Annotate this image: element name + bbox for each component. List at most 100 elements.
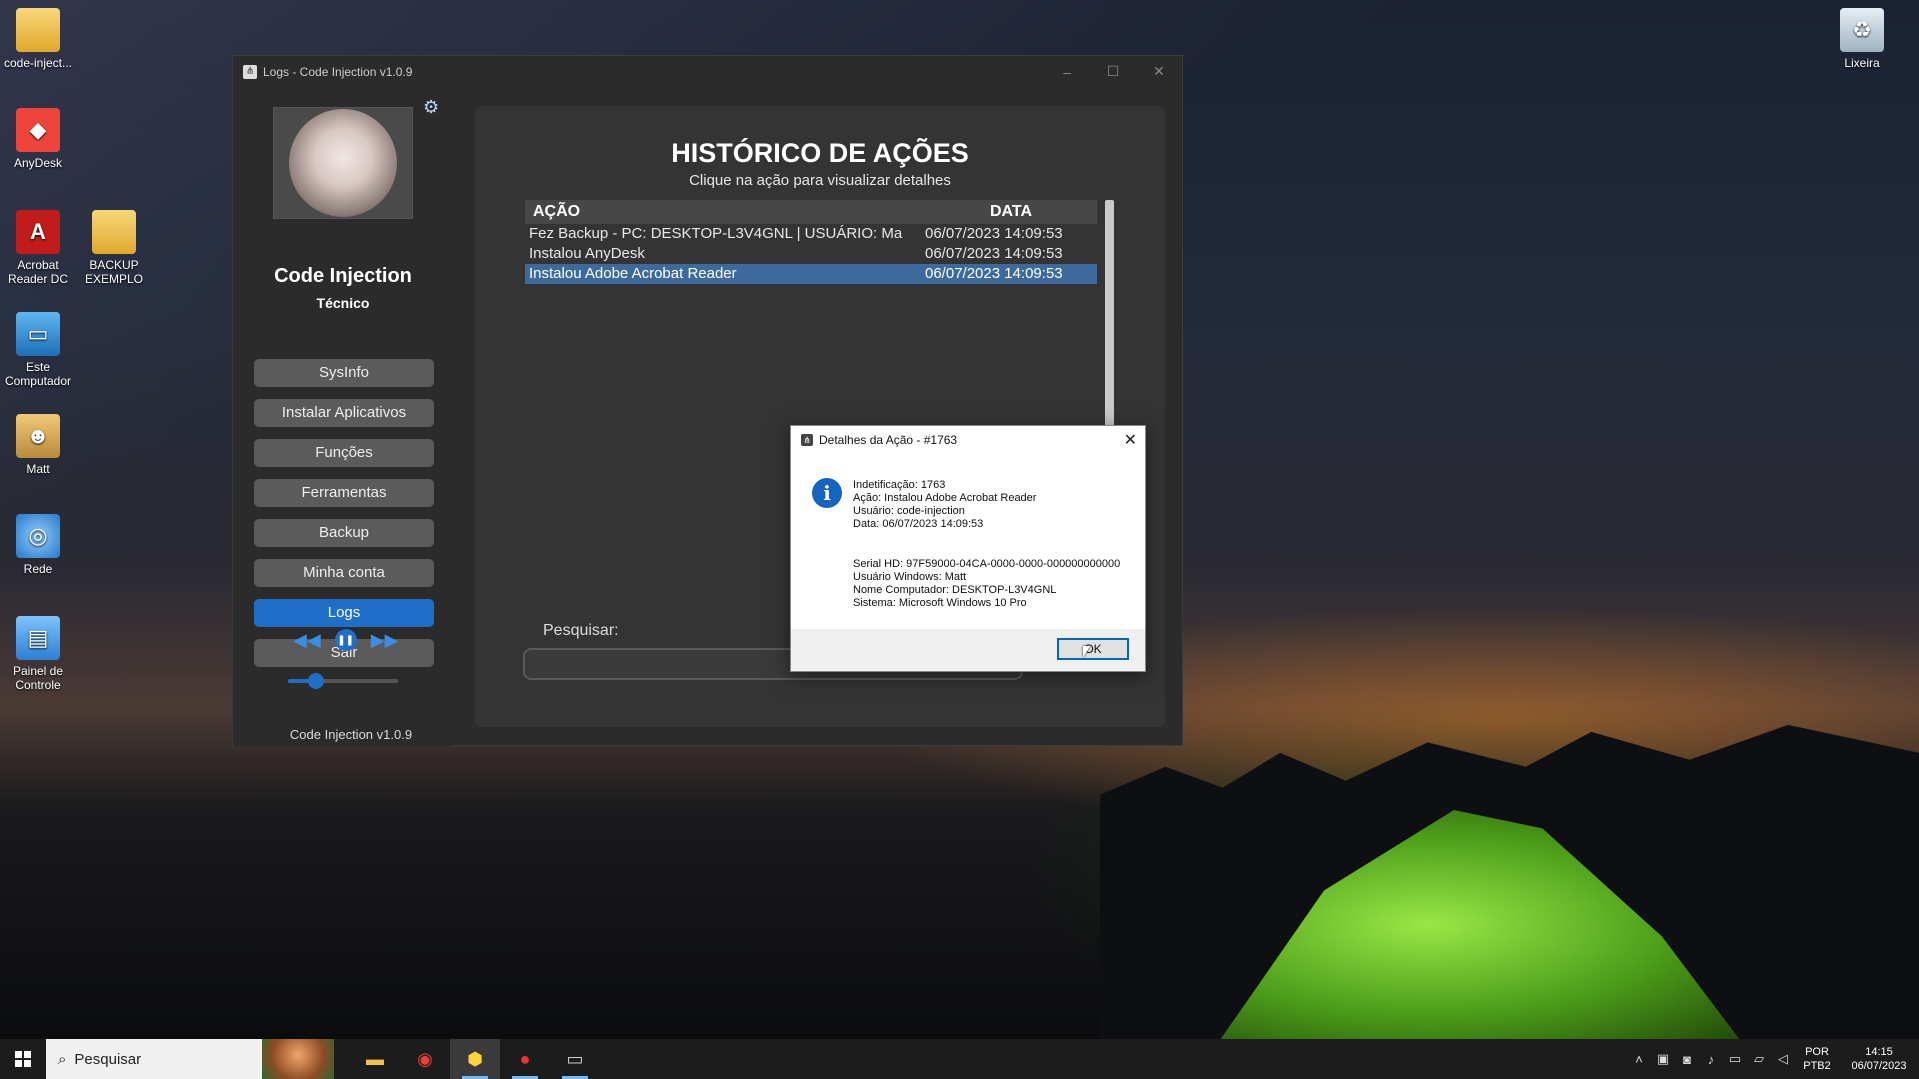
folder-icon — [16, 8, 60, 52]
avatar-image — [289, 109, 397, 217]
mouse-cursor-icon — [1083, 646, 1090, 658]
network-icon: ◎ — [16, 514, 60, 558]
search-highlight-image — [262, 1039, 334, 1079]
nav-instalar-aplicativos-button[interactable]: Instalar Aplicativos — [254, 399, 434, 427]
desktop-icon-anydesk[interactable]: ◆ AnyDesk — [0, 108, 76, 170]
dialog-titlebar[interactable]: ⋔ Detalhes da Ação - #1763 — [791, 426, 1145, 453]
table-header: AÇÃO DATA — [525, 200, 1097, 224]
volume-icon[interactable]: ◁ — [1771, 1051, 1795, 1067]
terminal-icon[interactable]: ▭ — [550, 1039, 600, 1079]
tray-app-icon[interactable]: ▣ — [1651, 1051, 1675, 1067]
column-header-acao[interactable]: AÇÃO — [525, 200, 925, 224]
detail-line: Indetificação: 1763 — [853, 479, 946, 491]
camera-icon[interactable]: ◙ — [1675, 1052, 1699, 1067]
close-button[interactable]: ✕ — [1136, 56, 1182, 87]
desktop-icon-este-computador[interactable]: ▭ Este Computador — [0, 312, 76, 388]
taskbar-search-placeholder: Pesquisar — [74, 1050, 142, 1068]
file-explorer-icon[interactable]: ▬ — [350, 1039, 400, 1079]
details-dialog: ⋔ Detalhes da Ação - #1763 ✕ i Indetific… — [790, 425, 1146, 672]
recorder-icon[interactable]: ● — [500, 1039, 550, 1079]
detail-line: Sistema: Microsoft Windows 10 Pro — [853, 597, 1027, 609]
nav-logs-button[interactable]: Logs — [254, 599, 434, 627]
clock-date: 06/07/2023 — [1851, 1060, 1907, 1072]
rewind-icon[interactable]: ◀◀ — [293, 630, 321, 651]
user-role: Técnico — [316, 295, 370, 311]
table-row[interactable]: Fez Backup - PC: DESKTOP-L3V4GNL | USUÁR… — [525, 224, 1097, 244]
search-icon: ⌕ — [58, 1050, 67, 1068]
anydesk-icon: ◆ — [16, 108, 60, 152]
gear-icon[interactable]: ⚙ — [423, 97, 439, 118]
desktop-icon-code-injection[interactable]: code-inject... — [0, 8, 76, 70]
battery-icon[interactable]: ▭ — [1723, 1051, 1747, 1067]
table-scrollbar[interactable] — [1105, 200, 1114, 428]
computer-icon: ▭ — [16, 312, 60, 356]
info-icon: i — [812, 478, 842, 508]
table-row[interactable]: Instalou AnyDesk 06/07/2023 14:09:53 — [525, 244, 1097, 264]
app-icon: ⋔ — [243, 64, 257, 79]
system-tray: ˄ ▣ ◙ ♪ ▭ ▱ ◁ POR PTB2 14:15 06/07/2023 — [1627, 1039, 1919, 1079]
close-icon[interactable]: ✕ — [1124, 430, 1137, 450]
chevron-up-icon[interactable]: ˄ — [1627, 1052, 1651, 1067]
detail-line: Data: 06/07/2023 14:09:53 — [853, 518, 984, 530]
desktop-icon-lixeira[interactable]: ♻ Lixeira — [1824, 8, 1900, 70]
desktop-icon-rede[interactable]: ◎ Rede — [0, 514, 76, 576]
brand-name: Code Injection — [274, 265, 412, 287]
page-subtitle: Clique na ação para visualizar detalhes — [689, 172, 951, 189]
taskbar: ⌕ Pesquisar ▬ ◉ ⬢ ● ▭ ˄ ▣ ◙ ♪ ▭ ▱ ◁ POR … — [0, 1039, 1919, 1079]
detail-line: Ação: Instalou Adobe Acrobat Reader — [853, 492, 1037, 504]
taskbar-search[interactable]: ⌕ Pesquisar — [46, 1039, 334, 1079]
volume-slider[interactable] — [288, 673, 398, 689]
app-titlebar[interactable]: ⋔ Logs - Code Injection v1.0.9 – ☐ ✕ — [233, 56, 1182, 87]
desktop-icon-acrobat[interactable]: A Acrobat Reader DC — [0, 210, 76, 286]
avatar — [273, 107, 413, 219]
column-header-data[interactable]: DATA — [925, 200, 1097, 224]
ok-button[interactable]: OK — [1057, 638, 1129, 660]
control-panel-icon: ▤ — [16, 616, 60, 660]
folder-icon — [92, 210, 136, 254]
detail-line: Usuário Windows: Matt — [853, 571, 967, 583]
python-icon[interactable]: ⬢ — [450, 1039, 500, 1079]
windows-logo-icon — [15, 1051, 31, 1067]
maximize-button[interactable]: ☐ — [1090, 56, 1136, 87]
recycle-bin-icon: ♻ — [1840, 8, 1884, 52]
acrobat-icon: A — [16, 210, 60, 254]
dialog-footer: OK — [791, 629, 1145, 671]
detail-line: Serial HD: 97F59000-04CA-0000-0000-00000… — [853, 558, 1121, 570]
cell-data: 06/07/2023 14:09:53 — [925, 225, 1063, 242]
nav-minha-conta-button[interactable]: Minha conta — [254, 559, 434, 587]
page-title: HISTÓRICO DE AÇÕES — [671, 138, 969, 168]
cell-acao: Fez Backup - PC: DESKTOP-L3V4GNL | USUÁR… — [529, 225, 903, 242]
chrome-icon[interactable]: ◉ — [400, 1039, 450, 1079]
microphone-icon[interactable]: ♪ — [1699, 1052, 1723, 1067]
details-block-system: Serial HD: 97F59000-04CA-0000-0000-00000… — [853, 558, 1120, 610]
cell-data: 06/07/2023 14:09:53 — [925, 245, 1063, 262]
media-player: ◀◀ ❚❚ ▶▶ — [293, 629, 398, 651]
app-version: Code Injection v1.0.9 — [289, 727, 413, 742]
desktop-icon-painel-de-controle[interactable]: ▤ Painel de Controle — [0, 616, 76, 692]
cell-acao: Instalou AnyDesk — [529, 245, 645, 262]
nav-backup-button[interactable]: Backup — [254, 519, 434, 547]
language-indicator[interactable]: POR PTB2 — [1795, 1045, 1839, 1073]
desktop-icon-matt[interactable]: ☻ Matt — [0, 414, 76, 476]
nav-sysinfo-button[interactable]: SysInfo — [254, 359, 434, 387]
nav-funcoes-button[interactable]: Funções — [254, 439, 434, 467]
logs-table: AÇÃO DATA Fez Backup - PC: DESKTOP-L3V4G… — [525, 200, 1097, 284]
volume-slider-knob[interactable] — [307, 673, 324, 689]
pause-icon[interactable]: ❚❚ — [334, 629, 357, 651]
taskbar-clock[interactable]: 14:15 06/07/2023 — [1839, 1045, 1919, 1073]
sidebar: ⚙ Code Injection Técnico SysInfo Instala… — [233, 87, 453, 746]
start-button[interactable] — [0, 1039, 46, 1079]
nav-ferramentas-button[interactable]: Ferramentas — [254, 479, 434, 507]
fast-forward-icon[interactable]: ▶▶ — [371, 630, 399, 651]
cell-data: 06/07/2023 14:09:53 — [925, 265, 1063, 282]
user-folder-icon: ☻ — [16, 414, 60, 458]
search-label: Pesquisar: — [543, 622, 619, 639]
table-row-selected[interactable]: Instalou Adobe Acrobat Reader 06/07/2023… — [525, 264, 1097, 284]
network-tray-icon[interactable]: ▱ — [1747, 1051, 1771, 1067]
details-block-primary: Indetificação: 1763 Ação: Instalou Adobe… — [853, 479, 1036, 531]
minimize-button[interactable]: – — [1044, 56, 1090, 87]
desktop-icon-backup-exemplo[interactable]: BACKUP EXEMPLO — [76, 210, 152, 286]
app-title: Logs - Code Injection v1.0.9 — [263, 64, 413, 79]
cell-acao: Instalou Adobe Acrobat Reader — [529, 265, 737, 282]
detail-line: Usuário: code-injection — [853, 505, 965, 517]
